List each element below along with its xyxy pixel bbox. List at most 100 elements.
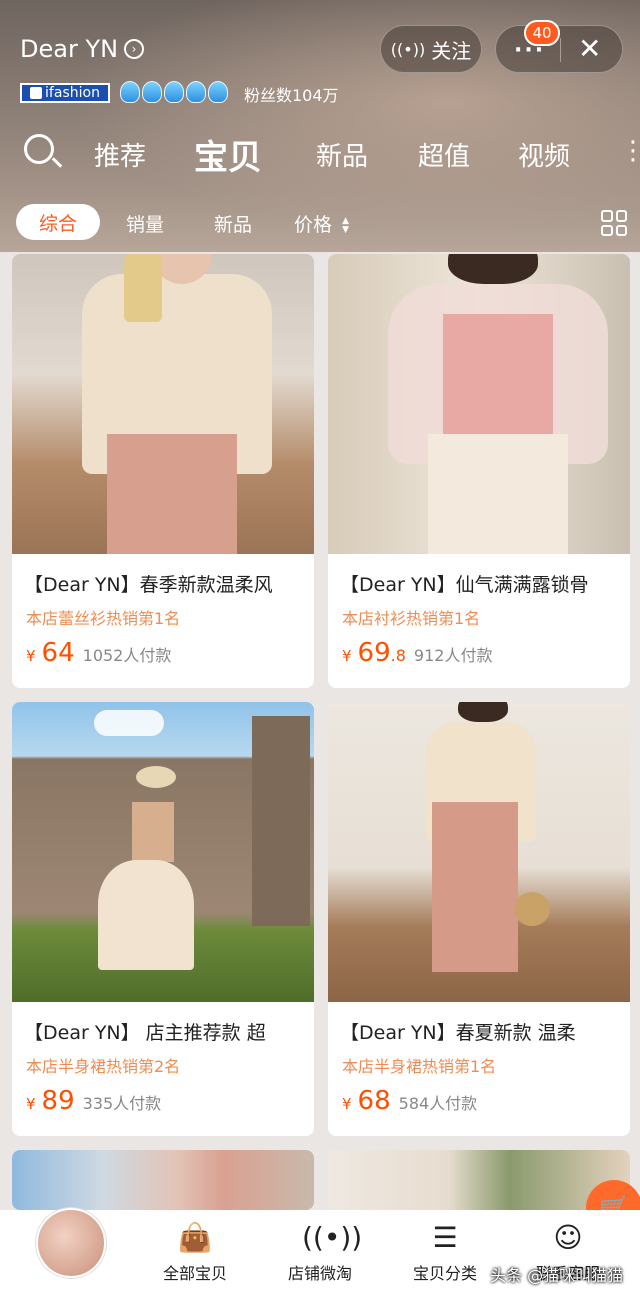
- crown-icon: [208, 81, 228, 103]
- tab-deals[interactable]: 超值: [418, 136, 470, 173]
- product-title: 【Dear YN】春季新款温柔风: [24, 574, 273, 596]
- blouse-shape: [443, 314, 553, 434]
- skirt-shape: [432, 802, 518, 972]
- price-decimal: .8: [390, 646, 406, 665]
- ifashion-badge: ifashion: [20, 83, 110, 103]
- service-icon: ☺: [553, 1221, 583, 1254]
- currency-symbol: ¥: [26, 1095, 36, 1113]
- follow-label: 关注: [431, 38, 472, 63]
- filter-overall[interactable]: 综合: [16, 204, 100, 240]
- product-image[interactable]: [12, 1150, 314, 1210]
- bag-icon: 👜: [177, 1221, 213, 1254]
- sold-count: 335人付款: [82, 1094, 162, 1113]
- product-image[interactable]: [12, 702, 314, 1002]
- sort-arrows-icon: ▲ ▼: [342, 215, 349, 235]
- product-title: 【Dear YN】春夏新款 温柔: [340, 1022, 576, 1044]
- product-price: 89: [42, 1086, 75, 1116]
- product-rank: 本店半身裙热销第2名: [26, 1057, 181, 1076]
- cloud-shape: [94, 710, 164, 736]
- product-image[interactable]: [328, 1150, 630, 1210]
- skirt-shape: [428, 434, 568, 554]
- shop-avatar[interactable]: [36, 1208, 106, 1278]
- price-integer: 69: [357, 638, 391, 668]
- product-image[interactable]: [12, 254, 314, 554]
- filter-price[interactable]: 价格 ▲ ▼: [294, 210, 349, 237]
- search-icon[interactable]: [24, 134, 54, 164]
- shop-name-text: Dear YN: [20, 35, 119, 63]
- nav-all-products[interactable]: 👜 全部宝贝: [145, 1220, 245, 1284]
- product-card[interactable]: [328, 1150, 630, 1210]
- currency-symbol: ¥: [26, 647, 36, 665]
- hair-shape: [448, 254, 538, 284]
- tabs-overflow-icon[interactable]: ⋮: [620, 136, 640, 166]
- product-image[interactable]: [328, 702, 630, 1002]
- capsule-divider: [560, 38, 561, 62]
- ifashion-logo-icon: [30, 87, 43, 99]
- product-price: 68: [358, 1086, 391, 1116]
- hair-shape: [458, 702, 508, 722]
- shop-header: Dear YN › ifashion 粉丝数104万 ((•)) 关注 ··· …: [0, 0, 640, 252]
- product-card[interactable]: 【Dear YN】 店主推荐款 超 本店半身裙热销第2名 ¥ 89 335人付款: [12, 702, 314, 1136]
- skirt-shape: [107, 434, 237, 554]
- product-card[interactable]: [12, 1150, 314, 1210]
- filter-price-label: 价格: [294, 214, 333, 236]
- product-price: 64: [42, 638, 75, 668]
- tab-video[interactable]: 视频: [518, 136, 570, 173]
- nav-shop-feed[interactable]: ((•)) 店铺微淘: [270, 1220, 370, 1284]
- grid-view-icon[interactable]: [601, 210, 627, 236]
- live-signal-icon: ((•)): [390, 39, 426, 59]
- sort-filter-bar: 综合 销量 新品 价格 ▲ ▼: [0, 202, 640, 242]
- product-rank: 本店衬衫热销第1名: [342, 609, 481, 628]
- price-row: ¥ 69.8 912人付款: [342, 638, 492, 668]
- fans-count: 粉丝数104万: [244, 86, 339, 105]
- sold-count: 584人付款: [398, 1094, 478, 1113]
- chevron-right-icon: ›: [124, 39, 145, 59]
- product-card[interactable]: 【Dear YN】春季新款温柔风 本店蕾丝衫热销第1名 ¥ 64 1052人付款: [12, 254, 314, 688]
- product-image[interactable]: [328, 254, 630, 554]
- price-integer: 89: [41, 1086, 75, 1116]
- price-row: ¥ 68 584人付款: [342, 1086, 477, 1116]
- product-price: 69.8: [358, 638, 406, 668]
- price-row: ¥ 64 1052人付款: [26, 638, 171, 668]
- crown-icon: [186, 81, 206, 103]
- shop-name[interactable]: Dear YN ›: [20, 35, 145, 63]
- tab-recommend[interactable]: 推荐: [94, 136, 146, 173]
- product-card[interactable]: 【Dear YN】春夏新款 温柔 本店半身裙热销第1名 ¥ 68 584人付款: [328, 702, 630, 1136]
- price-integer: 68: [357, 1086, 391, 1116]
- basket-shape: [514, 892, 550, 926]
- follow-button[interactable]: ((•)) 关注: [380, 25, 482, 73]
- close-icon[interactable]: ✕: [578, 32, 601, 65]
- list-icon: ☰: [432, 1221, 458, 1254]
- product-card[interactable]: 【Dear YN】仙气满满露锁骨 本店衬衫热销第1名 ¥ 69.8 912人付款: [328, 254, 630, 688]
- currency-symbol: ¥: [342, 647, 352, 665]
- notification-badge: 40: [524, 20, 560, 46]
- tab-new[interactable]: 新品: [316, 136, 368, 173]
- shop-level-crowns: [120, 81, 228, 103]
- tab-products[interactable]: 宝贝: [194, 130, 262, 179]
- filter-sales[interactable]: 销量: [126, 210, 164, 237]
- product-rank: 本店蕾丝衫热销第1名: [26, 609, 181, 628]
- crown-icon: [142, 81, 162, 103]
- blouse-shape: [132, 802, 174, 862]
- crown-icon: [164, 81, 184, 103]
- product-rank: 本店半身裙热销第1名: [342, 1057, 497, 1076]
- product-title: 【Dear YN】 店主推荐款 超: [24, 1022, 266, 1044]
- crown-icon: [120, 81, 140, 103]
- nav-categories[interactable]: ☰ 宝贝分类: [395, 1220, 495, 1284]
- watermark: 头条 @猫咪叫猫猫: [490, 1266, 624, 1285]
- nav-label: 店铺微淘: [287, 1264, 352, 1283]
- product-title: 【Dear YN】仙气满满露锁骨: [340, 574, 589, 596]
- filter-new[interactable]: 新品: [214, 210, 252, 237]
- ifashion-label: ifashion: [45, 85, 100, 101]
- currency-symbol: ¥: [342, 1095, 352, 1113]
- hat-shape: [136, 766, 176, 788]
- nav-label: 宝贝分类: [412, 1264, 477, 1283]
- sold-count: 1052人付款: [82, 646, 172, 665]
- nav-label: 全部宝贝: [162, 1264, 227, 1283]
- skirt-shape: [98, 860, 194, 970]
- broadcast-icon: ((•)): [302, 1221, 363, 1254]
- price-row: ¥ 89 335人付款: [26, 1086, 161, 1116]
- pillar-shape: [252, 716, 310, 926]
- sold-count: 912人付款: [413, 646, 493, 665]
- price-integer: 64: [41, 638, 75, 668]
